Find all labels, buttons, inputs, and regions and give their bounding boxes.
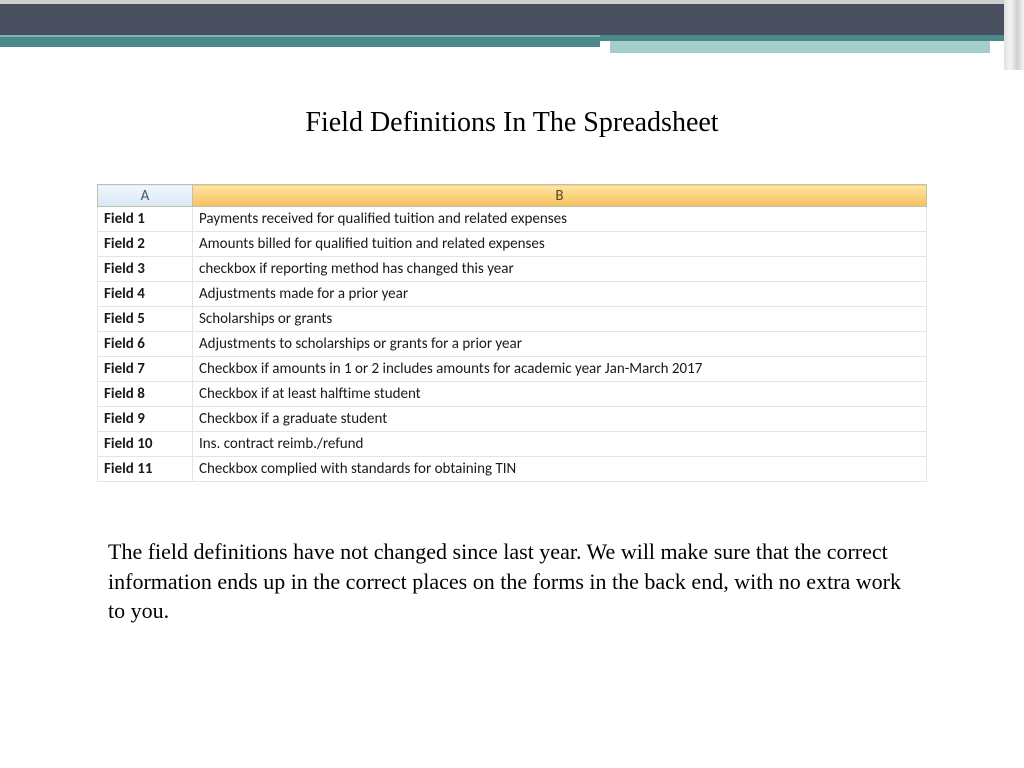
table-row: Field 1Payments received for qualified t… (98, 207, 927, 232)
body-text: The field definitions have not changed s… (90, 537, 934, 626)
field-label: Field 4 (98, 282, 193, 307)
field-label: Field 7 (98, 357, 193, 382)
table-row: Field 5Scholarships or grants (98, 307, 927, 332)
field-desc: Checkbox if at least halftime student (193, 382, 927, 407)
table-row: Field 8Checkbox if at least halftime stu… (98, 382, 927, 407)
field-definitions-table: A B Field 1Payments received for qualifi… (97, 184, 927, 482)
top-bar (0, 0, 1024, 35)
table-row: Field 9Checkbox if a graduate student (98, 407, 927, 432)
field-desc: Checkbox if amounts in 1 or 2 includes a… (193, 357, 927, 382)
table-row: Field 7Checkbox if amounts in 1 or 2 inc… (98, 357, 927, 382)
page-edge-decoration (1004, 0, 1024, 70)
field-label: Field 11 (98, 457, 193, 482)
field-desc: Checkbox if a graduate student (193, 407, 927, 432)
field-desc: Ins. contract reimb./refund (193, 432, 927, 457)
field-label: Field 9 (98, 407, 193, 432)
field-desc: checkbox if reporting method has changed… (193, 257, 927, 282)
field-label: Field 10 (98, 432, 193, 457)
field-desc: Scholarships or grants (193, 307, 927, 332)
field-desc: Amounts billed for qualified tuition and… (193, 232, 927, 257)
table-row: Field 11Checkbox complied with standards… (98, 457, 927, 482)
field-desc: Checkbox complied with standards for obt… (193, 457, 927, 482)
field-label: Field 5 (98, 307, 193, 332)
field-label: Field 3 (98, 257, 193, 282)
table-row: Field 6Adjustments to scholarships or gr… (98, 332, 927, 357)
column-header-a: A (98, 185, 193, 207)
field-label: Field 1 (98, 207, 193, 232)
column-header-b: B (193, 185, 927, 207)
accent-bar (0, 35, 1024, 47)
page-title: Field Definitions In The Spreadsheet (90, 107, 934, 139)
slide-content: Field Definitions In The Spreadsheet A B… (0, 47, 1024, 626)
table-row: Field 3checkbox if reporting method has … (98, 257, 927, 282)
field-desc: Adjustments made for a prior year (193, 282, 927, 307)
table-row: Field 10Ins. contract reimb./refund (98, 432, 927, 457)
field-label: Field 2 (98, 232, 193, 257)
table-row: Field 2Amounts billed for qualified tuit… (98, 232, 927, 257)
table-body: Field 1Payments received for qualified t… (98, 207, 927, 482)
table-row: Field 4Adjustments made for a prior year (98, 282, 927, 307)
field-desc: Adjustments to scholarships or grants fo… (193, 332, 927, 357)
field-desc: Payments received for qualified tuition … (193, 207, 927, 232)
field-label: Field 8 (98, 382, 193, 407)
field-label: Field 6 (98, 332, 193, 357)
